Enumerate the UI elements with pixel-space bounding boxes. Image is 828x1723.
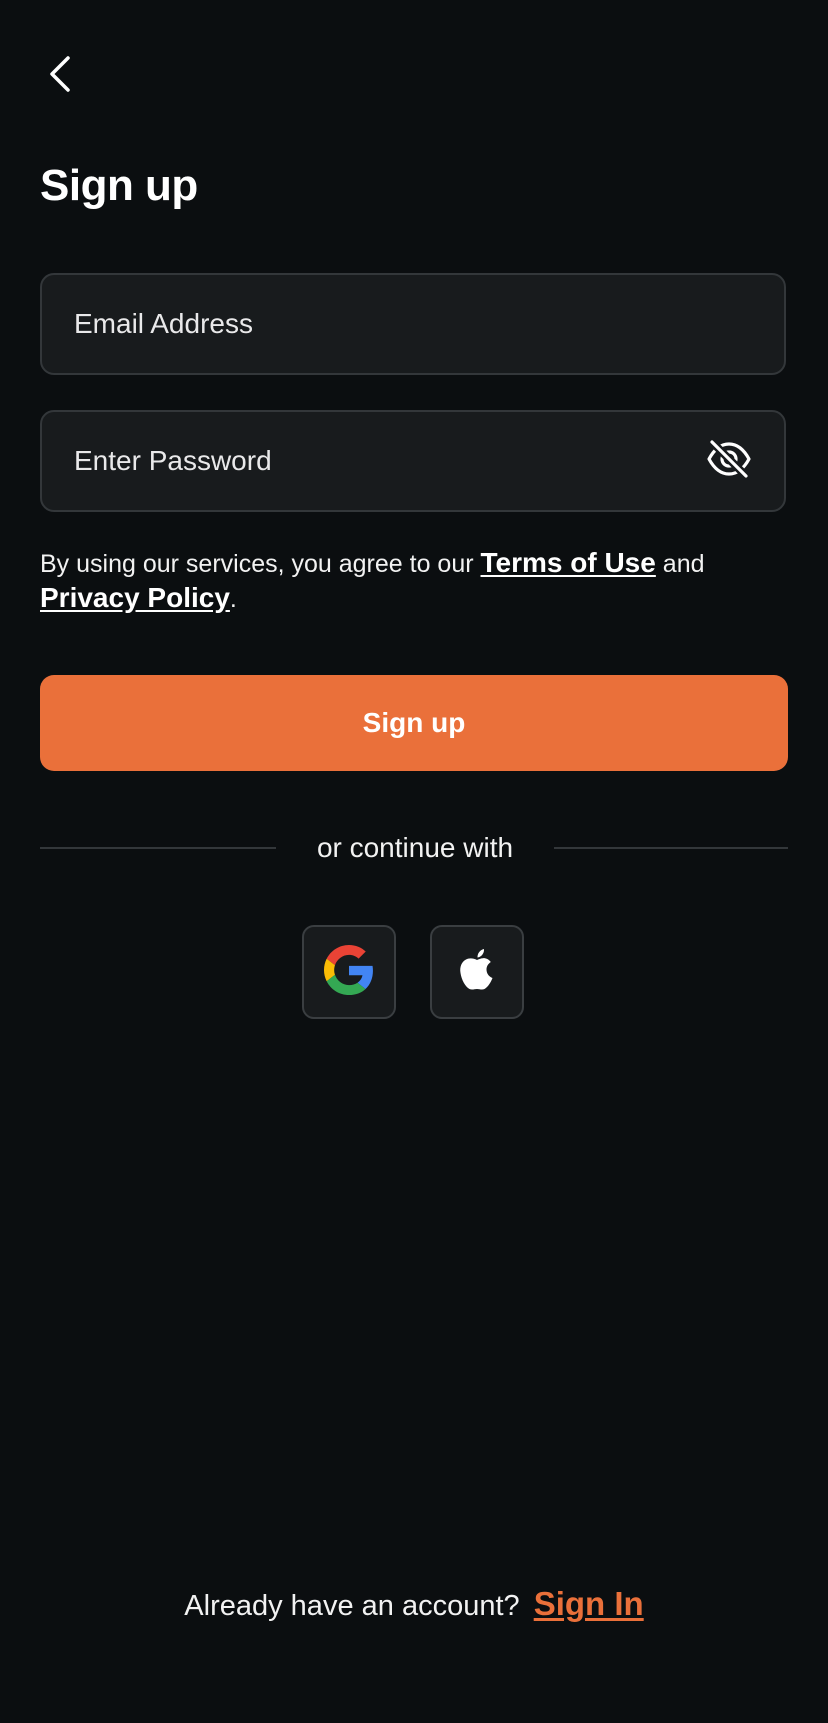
- password-visibility-toggle[interactable]: [706, 437, 752, 484]
- divider-label: or continue with: [316, 832, 514, 863]
- back-button[interactable]: [40, 52, 80, 100]
- chevron-left-icon: [46, 54, 74, 99]
- google-sign-in-button[interactable]: [302, 925, 396, 1019]
- eye-off-icon: [706, 437, 752, 484]
- divider-line-right: [554, 847, 788, 849]
- sign-in-prompt: Already have an account? Sign In: [0, 1582, 828, 1628]
- divider-line-left: [40, 847, 276, 849]
- terms-of-use-link[interactable]: Terms of Use: [481, 547, 656, 578]
- apple-icon: [457, 947, 497, 998]
- apple-sign-in-button[interactable]: [430, 925, 524, 1019]
- password-input[interactable]: [74, 412, 694, 510]
- email-field[interactable]: [40, 273, 786, 375]
- page-title: Sign up: [40, 161, 198, 210]
- google-icon: [324, 944, 374, 1000]
- terms-notice: By using our services, you agree to our …: [40, 546, 786, 616]
- sign-up-button[interactable]: Sign up: [40, 675, 788, 771]
- sign-in-link[interactable]: Sign In: [534, 1585, 644, 1622]
- terms-middle: and: [655, 550, 705, 578]
- password-field[interactable]: [40, 410, 786, 512]
- privacy-policy-link[interactable]: Privacy Policy: [40, 582, 230, 613]
- sign-in-question: Already have an account?: [184, 1590, 520, 1622]
- terms-prefix: By using our services, you agree to our: [40, 550, 481, 578]
- terms-suffix: .: [229, 585, 237, 613]
- email-input[interactable]: [74, 275, 694, 373]
